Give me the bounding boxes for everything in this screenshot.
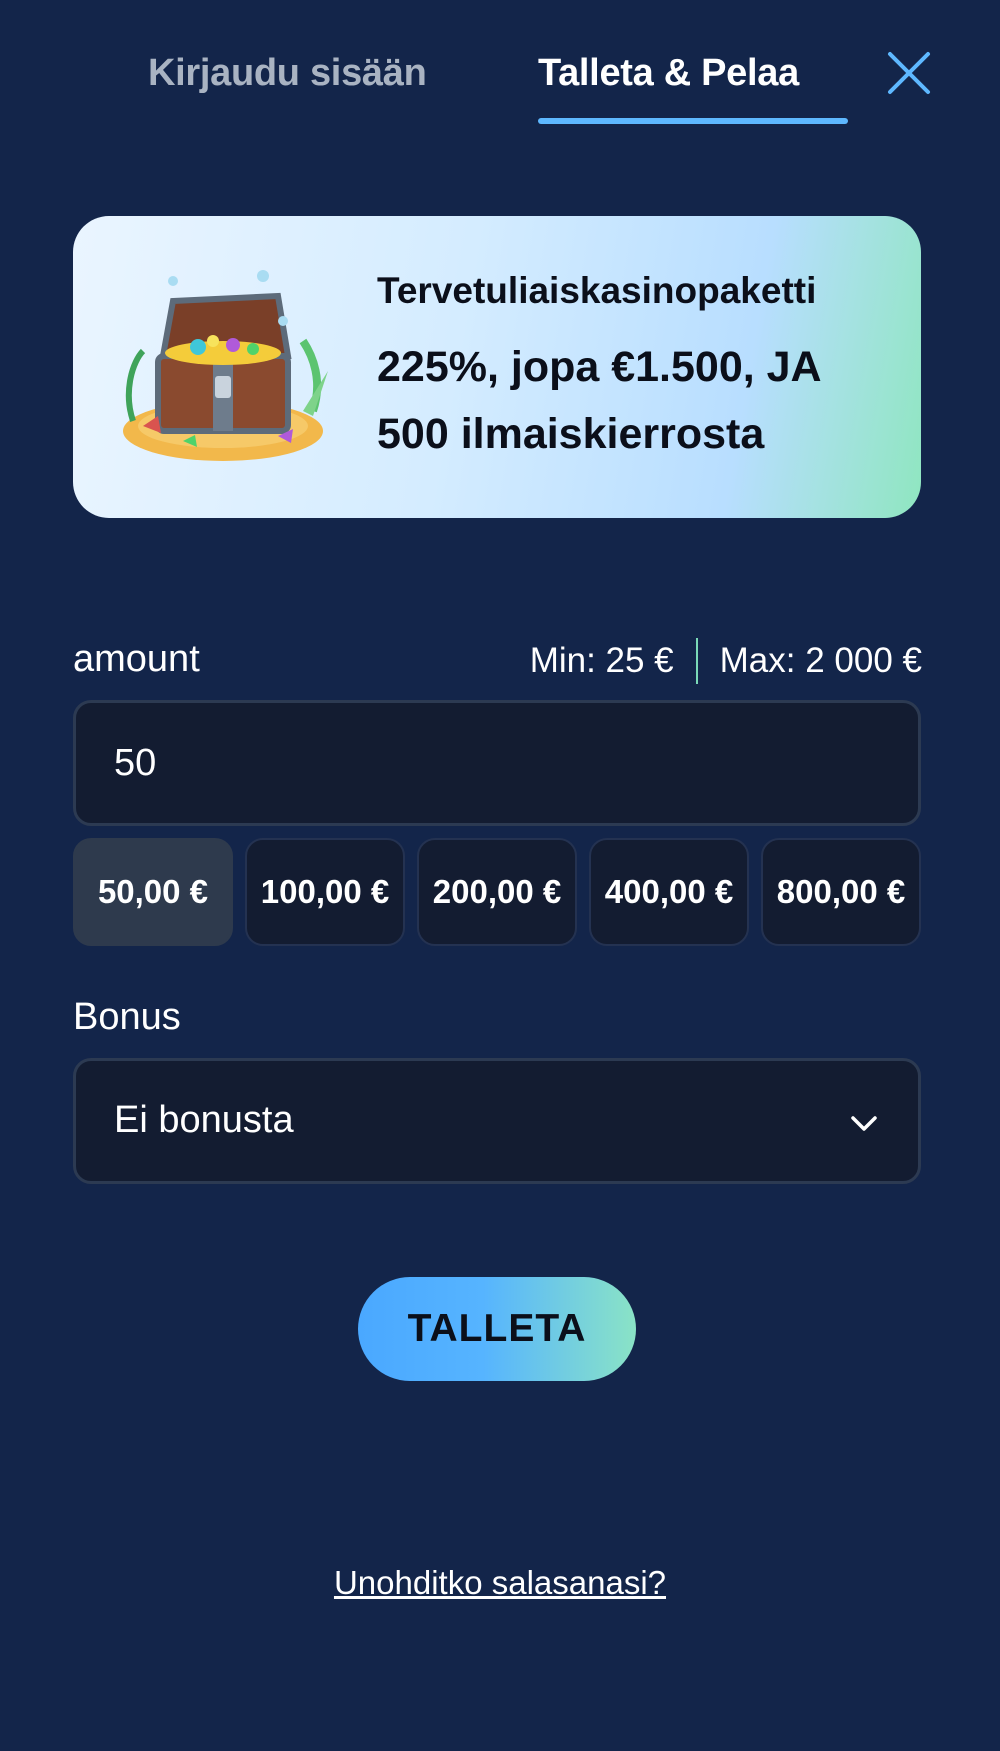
treasure-chest-icon [123, 270, 328, 461]
banner-offer-line-2: 500 ilmaiskierrosta [377, 410, 765, 458]
bonus-select[interactable]: Ei bonusta [73, 1058, 921, 1184]
max-amount: Max: 2 000 € [719, 641, 922, 680]
quick-amount-chip-400[interactable]: 400,00 € [589, 838, 749, 946]
chevron-down-icon [851, 1116, 877, 1131]
min-amount: Min: 25 € [529, 641, 674, 680]
banner-offer-line-1: 225%, jopa €1.500, JA [377, 343, 822, 391]
amount-label: amount [73, 638, 200, 680]
amount-input[interactable] [73, 700, 921, 826]
limits-divider [695, 638, 698, 684]
quick-amount-chip-200[interactable]: 200,00 € [417, 838, 577, 946]
forgot-password-link[interactable]: Unohditko salasanasi? [0, 1564, 1000, 1602]
quick-amount-chip-100[interactable]: 100,00 € [245, 838, 405, 946]
close-icon [888, 52, 930, 94]
banner-title: Tervetuliaiskasinopaketti [377, 270, 817, 311]
welcome-bonus-banner: Tervetuliaiskasinopaketti 225%, jopa €1.… [73, 216, 921, 518]
tab-deposit-play[interactable]: Talleta & Pelaa [538, 52, 799, 95]
close-button[interactable] [886, 50, 932, 96]
quick-amount-chip-50[interactable]: 50,00 € [73, 838, 233, 946]
deposit-submit-button[interactable]: TALLETA [358, 1277, 636, 1381]
quick-amount-chips: 50,00 € 100,00 € 200,00 € 400,00 € 800,0… [73, 838, 921, 946]
auth-tabs: Kirjaudu sisään Talleta & Pelaa [0, 0, 1000, 130]
active-tab-indicator [538, 118, 848, 124]
tab-login[interactable]: Kirjaudu sisään [148, 52, 427, 95]
amount-limits: Min: 25 € Max: 2 000 € [530, 638, 922, 684]
bonus-label: Bonus [73, 996, 181, 1038]
quick-amount-chip-800[interactable]: 800,00 € [761, 838, 921, 946]
banner-offer-text: 225%, jopa €1.500, JA 500 ilmaiskierrost… [377, 334, 897, 468]
bonus-selected-value: Ei bonusta [114, 1099, 294, 1141]
